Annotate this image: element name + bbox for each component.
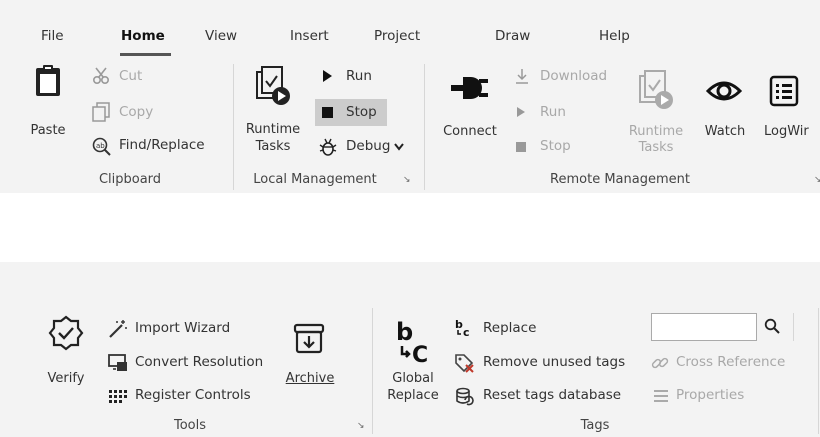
clipboard-paste-icon — [36, 65, 60, 96]
cut-icon — [92, 67, 110, 85]
svg-text:c: c — [463, 326, 470, 338]
download-button[interactable]: Download — [540, 68, 607, 84]
register-controls-button[interactable]: Register Controls — [135, 387, 251, 403]
svg-text:ab: ab — [96, 142, 105, 150]
eye-watch-icon — [706, 81, 742, 101]
active-tab-underline — [120, 53, 171, 56]
find-replace-button[interactable]: Find/Replace — [119, 137, 205, 153]
properties-button[interactable]: Properties — [676, 387, 744, 403]
group-divider — [372, 308, 373, 434]
tab-view[interactable]: View — [205, 28, 237, 44]
verify-badge-icon — [48, 315, 84, 351]
stop-icon — [322, 107, 333, 118]
convert-resolution-button[interactable]: Convert Resolution — [135, 354, 263, 370]
replace-icon: b c — [455, 318, 470, 338]
remote-stop-icon — [516, 142, 526, 152]
archive-label: Archive — [285, 371, 335, 386]
local-management-group-label: Local Management — [253, 172, 377, 187]
remote-run-icon — [517, 107, 525, 117]
global-replace-bc-icon: b C — [396, 318, 428, 364]
svg-text:b: b — [455, 318, 463, 331]
verify-label: Verify — [47, 371, 85, 386]
remote-run-button[interactable]: Run — [540, 104, 566, 120]
group-divider — [818, 308, 819, 434]
tab-file[interactable]: File — [41, 28, 64, 44]
reset-tags-database-button[interactable]: Reset tags database — [483, 387, 621, 403]
cut-button[interactable]: Cut — [119, 68, 142, 84]
log-list-icon — [769, 75, 799, 107]
copy-button[interactable]: Copy — [119, 104, 153, 120]
tab-help[interactable]: Help — [599, 28, 630, 44]
properties-icon — [654, 390, 668, 402]
search-icon[interactable] — [764, 318, 780, 334]
tab-draw[interactable]: Draw — [495, 28, 530, 44]
remote-management-group-label: Remote Management — [550, 172, 690, 187]
find-replace-icon: ab — [92, 137, 111, 156]
dialog-launcher-icon[interactable]: ↘ — [814, 175, 820, 185]
link-icon — [651, 357, 669, 369]
remote-runtime-tasks-label-line2: Tasks — [638, 140, 674, 155]
tag-search-input[interactable] — [651, 313, 757, 341]
clipboard-group-label: Clipboard — [98, 172, 162, 187]
watch-label: Watch — [704, 124, 746, 139]
replace-button[interactable]: Replace — [483, 320, 536, 336]
run-button[interactable]: Run — [346, 68, 372, 84]
tab-insert[interactable]: Insert — [290, 28, 329, 44]
dialog-launcher-icon[interactable]: ↘ — [403, 175, 411, 185]
runtime-tasks-label-line2: Tasks — [255, 139, 291, 154]
register-controls-grid-icon — [109, 390, 127, 403]
connect-label: Connect — [443, 124, 497, 139]
reset-database-icon — [456, 387, 474, 406]
remote-stop-button[interactable]: Stop — [540, 138, 571, 154]
paste-label: Paste — [30, 123, 66, 138]
tags-group-label: Tags — [580, 418, 610, 433]
copy-icon — [92, 102, 110, 122]
plug-connect-icon — [451, 77, 488, 99]
remote-runtime-tasks-label-line1: Runtime — [628, 124, 684, 139]
runtime-tasks-icon — [256, 66, 290, 105]
global-replace-label-line1: Global — [392, 371, 434, 386]
remove-tags-icon — [455, 354, 474, 373]
cross-reference-button[interactable]: Cross Reference — [676, 354, 785, 370]
download-icon — [516, 69, 528, 84]
logwin-label: LogWir — [764, 124, 809, 139]
runtime-tasks-label-line1: Runtime — [245, 122, 301, 137]
svg-text:b: b — [396, 318, 413, 346]
tab-home[interactable]: Home — [121, 28, 165, 44]
magic-wand-icon — [109, 320, 127, 338]
remote-runtime-tasks-icon — [639, 70, 673, 109]
group-divider — [424, 64, 425, 190]
convert-resolution-icon — [108, 354, 127, 371]
dialog-launcher-icon[interactable]: ↘ — [357, 421, 365, 431]
tab-project[interactable]: Project — [374, 28, 420, 44]
import-wizard-button[interactable]: Import Wizard — [135, 320, 230, 336]
remove-unused-tags-button[interactable]: Remove unused tags — [483, 354, 625, 370]
archive-box-icon — [293, 323, 325, 354]
search-divider — [793, 313, 794, 341]
svg-text:C: C — [412, 343, 428, 364]
debug-bug-icon — [319, 138, 337, 156]
tools-group-label: Tools — [173, 418, 207, 433]
chevron-down-icon[interactable] — [394, 143, 404, 151]
run-icon — [323, 70, 332, 82]
debug-button[interactable]: Debug — [346, 138, 390, 154]
stop-button[interactable]: Stop — [346, 104, 377, 120]
global-replace-label-line2: Replace — [387, 388, 439, 403]
group-divider — [233, 64, 234, 190]
